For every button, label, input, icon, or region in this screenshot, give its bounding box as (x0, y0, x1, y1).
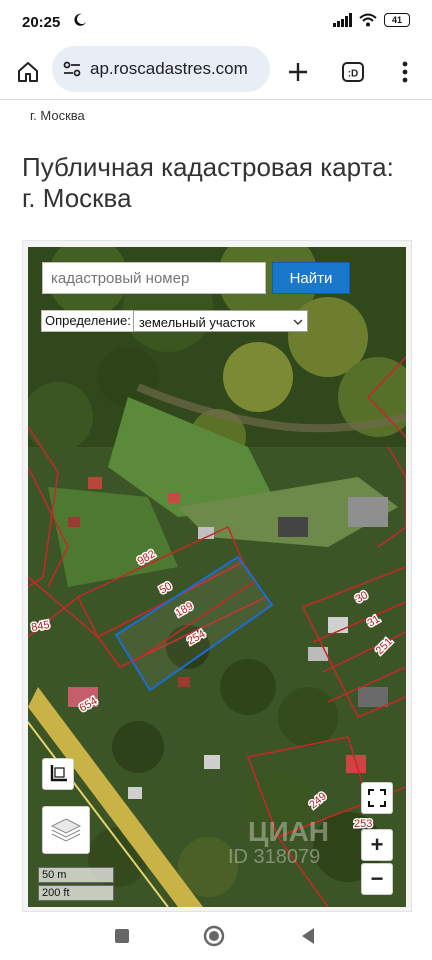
watermark-id: ID 318079 (228, 846, 320, 868)
fullscreen-icon (368, 789, 386, 807)
home-icon (18, 62, 38, 82)
square-icon (115, 929, 129, 943)
more-vert-icon (402, 61, 408, 83)
definition-value: земельный участок (138, 314, 256, 330)
cadastral-number-input[interactable] (42, 262, 266, 294)
chevron-down-icon (293, 319, 303, 325)
cadastral-map[interactable]: 982 50 189 254 845 654 30 31 251 249 253… (28, 247, 406, 907)
select-area-button[interactable] (42, 758, 74, 790)
address-bar[interactable]: ap.roscadastres.com (52, 46, 270, 92)
definition-label: Определение: (41, 310, 133, 332)
tab-switcher-icon: :D (342, 62, 364, 82)
circle-home-icon (203, 925, 225, 947)
browser-toolbar: ap.roscadastres.com :D (0, 44, 432, 100)
signal-icon (333, 13, 352, 27)
status-icons: 41 (333, 13, 410, 27)
fullscreen-button[interactable] (361, 782, 393, 814)
back-triangle-icon (302, 928, 314, 944)
search-button[interactable]: Найти (272, 262, 350, 294)
definition-row: Определение: земельный участок (41, 310, 308, 332)
moon-icon (74, 13, 86, 26)
toolbar-divider (0, 99, 432, 100)
map-frame: 982 50 189 254 845 654 30 31 251 249 253… (22, 240, 412, 912)
crop-icon (50, 765, 67, 782)
scale-feet: 200 ft (38, 885, 114, 901)
definition-select[interactable]: земельный участок (132, 310, 308, 332)
site-settings-icon[interactable] (62, 59, 82, 79)
zoom-in-button[interactable]: + (361, 829, 393, 861)
recents-button[interactable] (110, 924, 134, 948)
watermark: ЦИАН (248, 816, 329, 847)
zoom-out-button[interactable]: − (361, 863, 393, 895)
home-button[interactable] (12, 56, 44, 88)
back-button[interactable] (296, 924, 320, 948)
home-nav-button[interactable] (202, 924, 226, 948)
url-text: ap.roscadastres.com (90, 59, 248, 78)
menu-button[interactable] (387, 54, 423, 90)
tab-switcher-button[interactable]: :D (335, 54, 371, 90)
status-bar: 20:25 41 (0, 0, 432, 44)
wifi-icon (359, 13, 377, 27)
plus-icon (289, 63, 307, 81)
new-tab-button[interactable] (280, 54, 316, 90)
battery-icon: 41 (384, 13, 410, 27)
system-nav-bar (0, 912, 432, 960)
status-time: 20:25 (22, 14, 61, 31)
layers-button[interactable] (42, 806, 90, 854)
scale-meters: 50 m (38, 867, 114, 883)
page-title: Публичная кадастровая карта: г. Москва (22, 152, 394, 213)
svg-text::D: :D (348, 69, 359, 80)
breadcrumb[interactable]: г. Москва (30, 108, 85, 123)
layers-icon (50, 818, 82, 842)
